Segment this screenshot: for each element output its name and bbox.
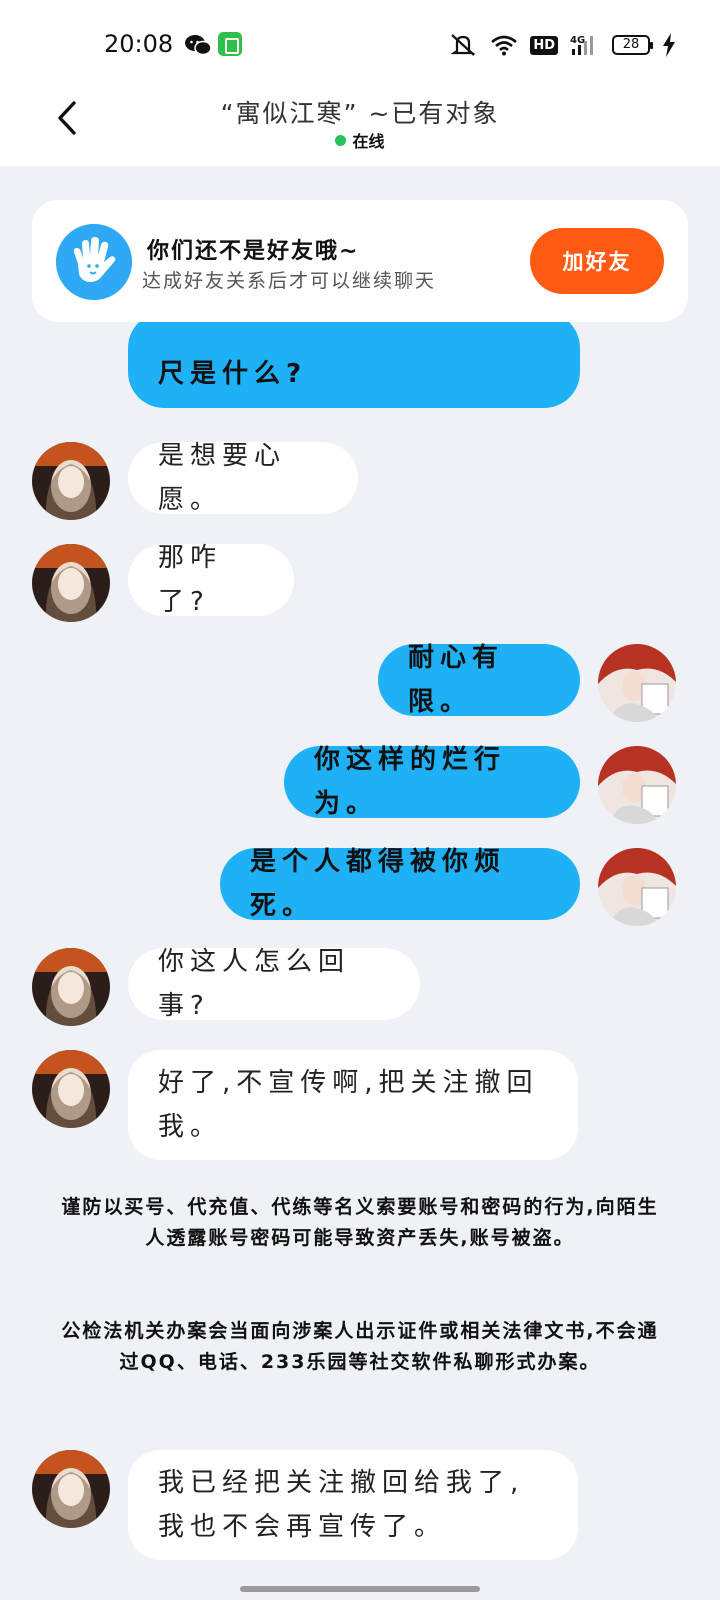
app-store-icon	[218, 32, 242, 56]
contact-avatar[interactable]	[32, 442, 110, 520]
message-bubble-outgoing[interactable]: 你这样的烂行为。	[284, 745, 580, 819]
message-bubble-outgoing[interactable]: 是个人都得被你烦死。	[220, 847, 580, 921]
message-bubble-outgoing[interactable]: 尺是什么?	[128, 322, 580, 408]
status-bar: 20:08 HD 4G 28	[0, 0, 720, 88]
message-bubble-incoming[interactable]: 好了,不宣传啊,把关注撤回我。	[128, 1050, 578, 1160]
message-text: 那咋了?	[158, 543, 223, 617]
message-text: 是个人都得被你烦死。	[250, 847, 507, 921]
message-bubble-incoming[interactable]: 你这人怎么回事?	[128, 947, 420, 1021]
my-avatar[interactable]	[598, 644, 676, 722]
hd-icon: HD	[530, 35, 558, 55]
message-bubble-incoming[interactable]: 我已经把关注撤回给我了,我也不会再宣传了。	[128, 1450, 578, 1560]
message-text: 尺是什么?	[158, 359, 308, 389]
message-text: 好了,不宣传啊,把关注撤回我。	[158, 1068, 539, 1142]
message-bubble-incoming[interactable]: 那咋了?	[128, 543, 294, 617]
message-text: 你这样的烂行为。	[314, 745, 507, 819]
battery-icon: 28	[612, 35, 653, 55]
online-status-label: 在线	[352, 132, 385, 151]
banner-title: 你们还不是好友哦~	[147, 239, 360, 264]
message-text: 是想要心愿。	[158, 441, 287, 515]
network-label: 4G	[570, 35, 585, 46]
message-list[interactable]: 尺是什么? 是想要心愿。 那咋了? 耐心有限。 你这样的烂行为。 是个人都得被你…	[0, 322, 720, 1600]
banner-subtitle: 达成好友关系后才可以继续聊天	[142, 270, 437, 292]
contact-avatar[interactable]	[32, 544, 110, 622]
contact-avatar[interactable]	[32, 1450, 110, 1528]
wave-hand-icon	[56, 224, 132, 300]
message-text: 你这人怎么回事?	[158, 947, 351, 1021]
chat-header: “寓似江寒” ~已有对象 在线	[0, 88, 720, 166]
my-avatar[interactable]	[598, 746, 676, 824]
not-friends-banner: 你们还不是好友哦~ 达成好友关系后才可以继续聊天 加好友	[32, 200, 688, 322]
my-avatar[interactable]	[598, 848, 676, 926]
wifi-icon	[491, 35, 518, 56]
home-indicator[interactable]	[240, 1586, 480, 1592]
contact-avatar[interactable]	[32, 1050, 110, 1128]
message-text: 耐心有限。	[408, 643, 505, 717]
mute-icon	[450, 34, 476, 56]
signal-icon: 4G	[570, 35, 593, 55]
online-dot-icon	[335, 134, 347, 146]
safety-notice-account: 谨防以买号、代充值、代练等名义索要账号和密码的行为,向陌生人透露账号密码可能导致…	[61, 1196, 659, 1249]
add-friend-button[interactable]: 加好友	[530, 228, 664, 294]
message-bubble-incoming[interactable]: 是想要心愿。	[128, 441, 358, 515]
chat-title[interactable]: “寓似江寒” ~已有对象	[0, 94, 720, 130]
message-bubble-outgoing[interactable]: 耐心有限。	[378, 643, 580, 717]
charging-icon	[663, 33, 675, 57]
status-icons: HD 4G 28	[448, 32, 676, 58]
safety-notice-police: 公检法机关办案会当面向涉案人出示证件或相关法律文书,不会通过QQ、电话、233乐…	[61, 1320, 659, 1373]
wechat-icon	[185, 35, 212, 56]
status-time: 20:08	[104, 30, 174, 58]
contact-avatar[interactable]	[32, 948, 110, 1026]
message-text: 我已经把关注撤回给我了,我也不会再宣传了。	[158, 1468, 525, 1542]
online-status: 在线	[0, 128, 720, 152]
